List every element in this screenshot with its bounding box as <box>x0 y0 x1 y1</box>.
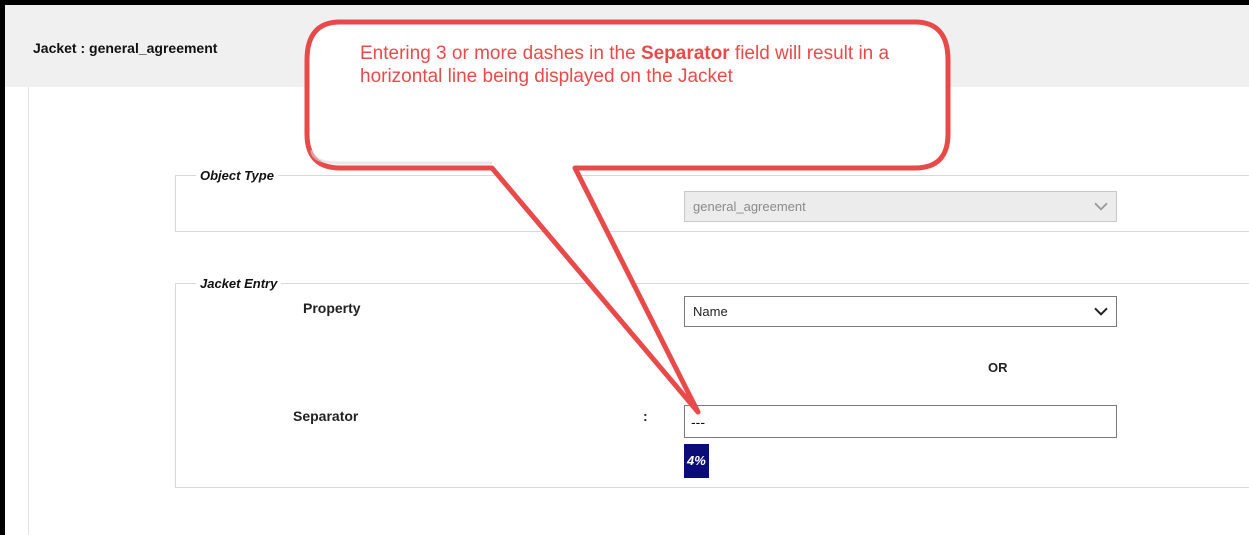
property-select[interactable]: Name <box>684 296 1117 327</box>
chevron-down-icon <box>1094 202 1108 211</box>
object-type-legend: Object Type <box>200 168 274 183</box>
callout-text: Entering 3 or more dashes in the Separat… <box>360 42 920 88</box>
chevron-down-icon <box>1094 307 1108 316</box>
callout-text-part: Entering 3 or more dashes in the <box>360 43 641 64</box>
object-type-select[interactable]: general_agreement <box>684 191 1117 222</box>
object-type-value: general_agreement <box>693 199 806 214</box>
page-title: Jacket : general_agreement <box>33 40 218 56</box>
property-label: Property <box>303 300 361 316</box>
jacket-entry-legend: Jacket Entry <box>200 276 278 291</box>
callout-text-bold: Separator <box>640 43 730 64</box>
or-label: OR <box>988 360 1008 375</box>
separator-colon: : <box>643 408 648 424</box>
separator-input[interactable] <box>684 405 1117 438</box>
property-value: Name <box>693 304 728 319</box>
separator-label: Separator <box>293 408 359 424</box>
progress-badge: 4% <box>684 444 709 478</box>
